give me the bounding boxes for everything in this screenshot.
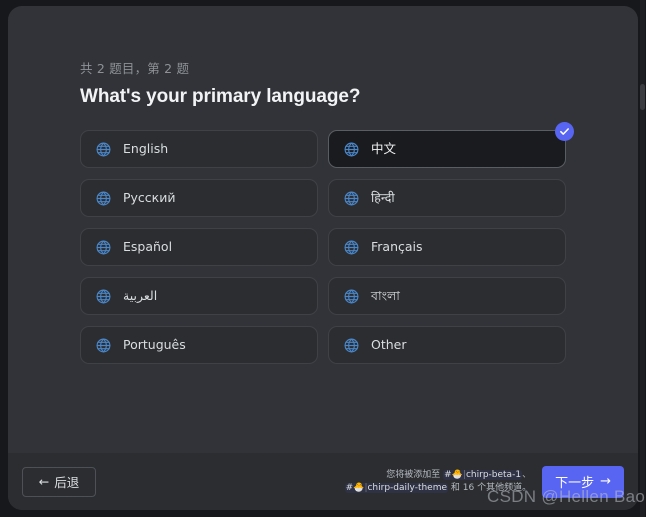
globe-icon <box>95 141 123 158</box>
language-options-grid: English 中文 Русский हिन्दी Español Français الع… <box>80 122 574 364</box>
onboarding-modal: 共 2 题目，第 2 题 What's your primary languag… <box>8 6 638 510</box>
next-button-label: 下一步 <box>555 476 595 491</box>
channel-note-separator: 、 <box>522 469 532 480</box>
language-option-9[interactable]: Português <box>80 326 318 364</box>
globe-icon <box>343 288 371 305</box>
globe-icon <box>343 337 371 354</box>
back-button[interactable]: ← 后退 <box>22 466 96 497</box>
language-option-8[interactable]: বাংলা <box>328 277 566 315</box>
language-option-7[interactable]: العربية <box>80 277 318 315</box>
language-option-5[interactable]: Español <box>80 228 318 266</box>
window-scrollbar[interactable] <box>640 0 645 517</box>
globe-icon <box>95 190 123 207</box>
chick-icon-2: 🐣 <box>353 482 365 493</box>
language-option-label: Português <box>123 336 186 352</box>
channel-note-suffix: 和 16 个其他频道。 <box>448 482 532 493</box>
language-option-label: हिन्दी <box>371 189 395 205</box>
chick-icon-1: 🐣 <box>451 469 463 480</box>
arrow-right-icon: → <box>600 474 611 489</box>
channel-chip-2[interactable]: #🐣|chirp-daily-theme <box>344 482 449 493</box>
globe-icon <box>95 239 123 256</box>
step-counter: 共 2 题目，第 2 题 <box>80 61 190 76</box>
language-option-4[interactable]: हिन्दी <box>328 179 566 217</box>
globe-icon <box>95 337 123 354</box>
app-window: 共 2 题目，第 2 题 What's your primary languag… <box>0 0 646 517</box>
language-option-label: Русский <box>123 189 176 205</box>
arrow-left-icon: ← <box>38 474 50 489</box>
language-option-label: বাংলা <box>371 287 400 303</box>
modal-footer: ← 后退 您将被添加至 #🐣|chirp-beta-1、 #🐣|chirp-dai… <box>8 453 638 510</box>
language-option-label: العربية <box>123 287 158 303</box>
globe-icon <box>343 190 371 207</box>
modal-body: 共 2 题目，第 2 题 What's your primary languag… <box>8 6 638 453</box>
channel-name-2: chirp-daily-theme <box>367 482 448 493</box>
language-option-6[interactable]: Français <box>328 228 566 266</box>
next-button[interactable]: 下一步 → <box>542 465 624 498</box>
channel-note: 您将被添加至 #🐣|chirp-beta-1、 #🐣|chirp-daily-th… <box>303 469 531 495</box>
language-option-1[interactable]: English <box>80 130 318 168</box>
channel-hash-1: # <box>444 469 452 480</box>
scrollbar-thumb[interactable] <box>640 84 645 110</box>
language-option-label: Other <box>371 336 407 352</box>
language-option-label: English <box>123 140 169 156</box>
language-option-3[interactable]: Русский <box>80 179 318 217</box>
language-option-2[interactable]: 中文 <box>328 122 574 168</box>
globe-icon <box>95 288 123 305</box>
language-option-10[interactable]: Other <box>328 326 566 364</box>
page-title: What's your primary language? <box>80 86 361 107</box>
language-option-label: Español <box>123 238 173 254</box>
language-option-label: Français <box>371 238 423 254</box>
channel-name-1: chirp-beta-1 <box>465 469 522 480</box>
check-icon <box>555 122 574 141</box>
channel-note-prefix: 您将被添加至 <box>386 469 444 480</box>
back-button-label: 后退 <box>54 475 80 490</box>
language-option-label: 中文 <box>371 140 397 156</box>
globe-icon <box>343 141 371 158</box>
globe-icon <box>343 239 371 256</box>
channel-chip-1[interactable]: #🐣|chirp-beta-1 <box>443 469 523 480</box>
